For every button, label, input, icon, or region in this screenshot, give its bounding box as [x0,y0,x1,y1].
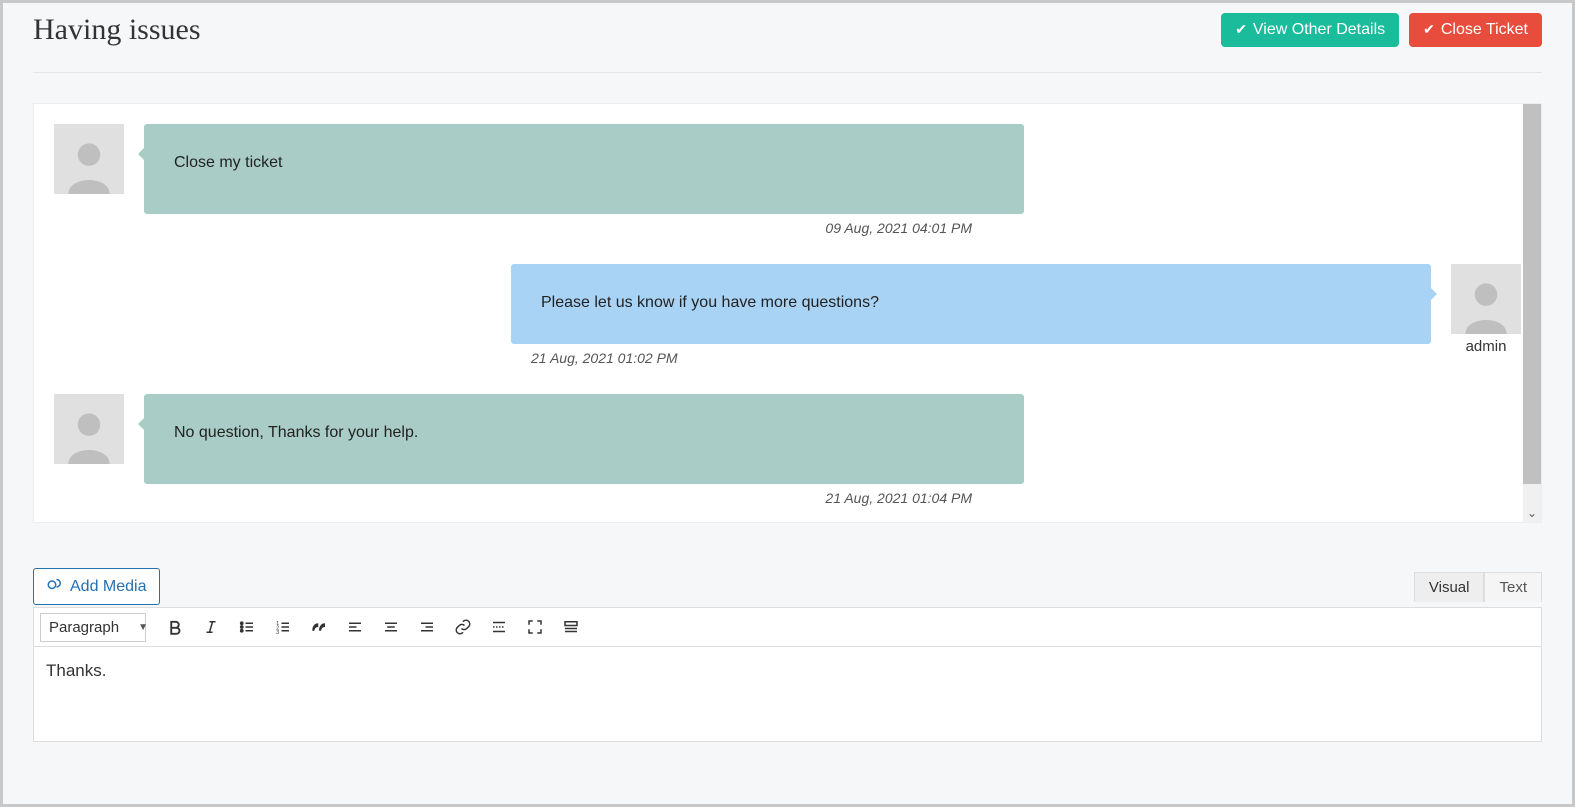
page-title: Having issues [33,13,201,47]
format-select[interactable]: Paragraph [40,613,146,642]
avatar [1451,264,1521,334]
message-row: Close my ticket 09 Aug, 2021 04:01 PM [54,124,1521,254]
close-ticket-button[interactable]: Close Ticket [1409,13,1542,47]
view-details-label: View Other Details [1253,21,1385,39]
editor-section: Add Media Visual Text Paragraph 123 [33,568,1542,742]
message-timestamp: 21 Aug, 2021 01:04 PM [124,490,1004,506]
align-right-icon[interactable] [410,612,444,642]
add-media-button[interactable]: Add Media [33,568,160,605]
svg-text:3: 3 [276,630,279,636]
media-icon [46,575,64,598]
link-icon[interactable] [446,612,480,642]
toolbar-toggle-icon[interactable] [554,612,588,642]
divider [33,72,1542,73]
message-bubble: Close my ticket [144,124,1024,214]
numbered-list-icon[interactable]: 123 [266,612,300,642]
message-timestamp: 09 Aug, 2021 04:01 PM [124,220,1004,236]
scrollbar[interactable]: ⌄ [1523,104,1541,522]
editor-toolbar: Paragraph 123 [33,607,1542,647]
bullet-list-icon[interactable] [230,612,264,642]
message-bubble: Please let us know if you have more ques… [511,264,1431,344]
message-row: Please let us know if you have more ques… [54,264,1521,384]
message-text: No question, Thanks for your help. [174,424,418,441]
insert-readmore-icon[interactable] [482,612,516,642]
fullscreen-icon[interactable] [518,612,552,642]
tab-visual[interactable]: Visual [1414,572,1485,602]
italic-icon[interactable] [194,612,228,642]
check-icon [1235,21,1247,39]
chat-panel: Close my ticket 09 Aug, 2021 04:01 PM Pl… [33,103,1542,523]
message-row: No question, Thanks for your help. 21 Au… [54,394,1521,522]
editor-tabs: Visual Text [1414,572,1542,602]
message-timestamp: 21 Aug, 2021 01:02 PM [531,350,1451,366]
align-left-icon[interactable] [338,612,372,642]
avatar [54,124,124,194]
message-text: Please let us know if you have more ques… [541,294,879,311]
scrollbar-thumb[interactable] [1523,104,1541,484]
message-text: Close my ticket [174,154,282,171]
tab-text[interactable]: Text [1484,572,1542,602]
avatar [54,394,124,464]
blockquote-icon[interactable] [302,612,336,642]
editor-content[interactable]: Thanks. [33,647,1542,742]
align-center-icon[interactable] [374,612,408,642]
view-other-details-button[interactable]: View Other Details [1221,13,1399,47]
bold-icon[interactable] [158,612,192,642]
header-buttons: View Other Details Close Ticket [1221,13,1542,47]
add-media-label: Add Media [70,578,147,596]
close-ticket-label: Close Ticket [1441,21,1528,39]
message-author: admin [1466,338,1507,355]
check-icon [1423,21,1435,39]
message-bubble: No question, Thanks for your help. [144,394,1024,484]
scroll-down-icon[interactable]: ⌄ [1523,504,1541,522]
